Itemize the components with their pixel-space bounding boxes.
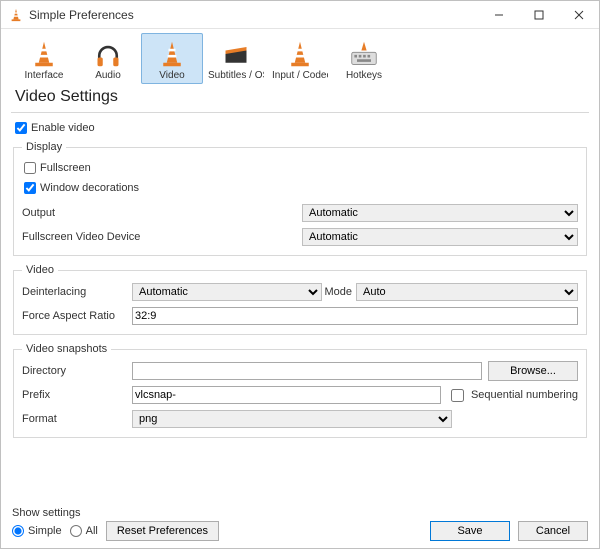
output-row: Output Automatic (22, 203, 578, 223)
interface-icon (29, 38, 59, 68)
show-settings-label: Show settings (12, 507, 219, 519)
nav-video-label: Video (144, 70, 200, 81)
sequential-numbering-checkbox[interactable] (451, 389, 464, 402)
page-title: Video Settings (1, 86, 599, 108)
fs-device-row: Fullscreen Video Device Automatic (22, 227, 578, 247)
window-title: Simple Preferences (29, 8, 479, 22)
display-group: Display Fullscreen Window decorations Ou… (13, 141, 587, 256)
mode-select[interactable]: Auto (356, 283, 578, 301)
fullscreen-label: Fullscreen (40, 162, 91, 174)
nav-subtitles[interactable]: Subtitles / OSD (205, 33, 267, 84)
category-nav: Interface Audio Video Subtitles / OSD In… (1, 29, 599, 86)
input-codecs-icon (285, 38, 315, 68)
all-radio-row[interactable]: All (70, 525, 98, 537)
nav-subtitles-label: Subtitles / OSD (208, 70, 264, 81)
deinterlacing-row: Deinterlacing Automatic Mode Auto (22, 282, 578, 302)
heading-divider (11, 112, 589, 113)
keyboard-icon (349, 38, 379, 68)
output-label: Output (22, 207, 302, 219)
simple-radio-label: Simple (28, 525, 62, 537)
nav-interface[interactable]: Interface (13, 33, 75, 84)
snapshots-legend: Video snapshots (22, 343, 111, 355)
browse-button[interactable]: Browse... (488, 361, 578, 381)
output-select[interactable]: Automatic (302, 204, 578, 222)
clapperboard-icon (221, 38, 251, 68)
headphones-icon (93, 38, 123, 68)
fs-device-label: Fullscreen Video Device (22, 231, 302, 243)
format-select[interactable]: png (132, 410, 452, 428)
window-decorations-label: Window decorations (40, 182, 139, 194)
save-button[interactable]: Save (430, 521, 510, 541)
directory-row: Directory Browse... (22, 361, 578, 381)
force-aspect-row: Force Aspect Ratio (22, 306, 578, 326)
window-controls (479, 1, 599, 29)
fs-device-select[interactable]: Automatic (302, 228, 578, 246)
prefix-row: Prefix Sequential numbering (22, 385, 578, 405)
reset-preferences-button[interactable]: Reset Preferences (106, 521, 219, 541)
directory-label: Directory (22, 365, 132, 377)
video-legend: Video (22, 264, 58, 276)
enable-video-row: Enable video (15, 119, 587, 137)
simple-radio-row[interactable]: Simple (12, 525, 62, 537)
prefix-input[interactable] (132, 386, 441, 404)
prefix-label: Prefix (22, 389, 132, 401)
close-button[interactable] (559, 1, 599, 29)
nav-audio[interactable]: Audio (77, 33, 139, 84)
nav-audio-label: Audio (80, 70, 136, 81)
force-aspect-label: Force Aspect Ratio (22, 310, 132, 322)
all-radio-label: All (86, 525, 98, 537)
fullscreen-row: Fullscreen (24, 159, 578, 177)
window-decorations-checkbox[interactable] (24, 182, 36, 194)
simple-radio[interactable] (12, 525, 24, 537)
deinterlacing-label: Deinterlacing (22, 286, 132, 298)
bottom-bar: Show settings Simple All Reset Preferenc… (0, 507, 600, 549)
maximize-button[interactable] (519, 1, 559, 29)
nav-interface-label: Interface (16, 70, 72, 81)
content-area: Enable video Display Fullscreen Window d… (1, 119, 599, 438)
bottom-buttons: Save Cancel (430, 521, 588, 541)
sequential-numbering-label: Sequential numbering (471, 389, 578, 401)
fullscreen-checkbox[interactable] (24, 162, 36, 174)
nav-video[interactable]: Video (141, 33, 203, 84)
video-icon (157, 38, 187, 68)
enable-video-checkbox[interactable] (15, 122, 27, 134)
vlc-cone-icon (9, 8, 23, 22)
deinterlacing-select[interactable]: Automatic (132, 283, 322, 301)
nav-hotkeys-label: Hotkeys (336, 70, 392, 81)
nav-hotkeys[interactable]: Hotkeys (333, 33, 395, 84)
cancel-button[interactable]: Cancel (518, 521, 588, 541)
snapshots-group: Video snapshots Directory Browse... Pref… (13, 343, 587, 438)
force-aspect-input[interactable] (132, 307, 578, 325)
enable-video-label: Enable video (31, 122, 95, 134)
video-group: Video Deinterlacing Automatic Mode Auto … (13, 264, 587, 335)
directory-input[interactable] (132, 362, 482, 380)
show-settings-group: Show settings Simple All Reset Preferenc… (12, 507, 219, 541)
mode-label: Mode (322, 286, 356, 298)
titlebar: Simple Preferences (1, 1, 599, 29)
format-row: Format png (22, 409, 578, 429)
display-legend: Display (22, 141, 66, 153)
all-radio[interactable] (70, 525, 82, 537)
format-label: Format (22, 413, 132, 425)
nav-input[interactable]: Input / Codecs (269, 33, 331, 84)
nav-input-label: Input / Codecs (272, 70, 328, 81)
window-decorations-row: Window decorations (24, 179, 578, 197)
minimize-button[interactable] (479, 1, 519, 29)
